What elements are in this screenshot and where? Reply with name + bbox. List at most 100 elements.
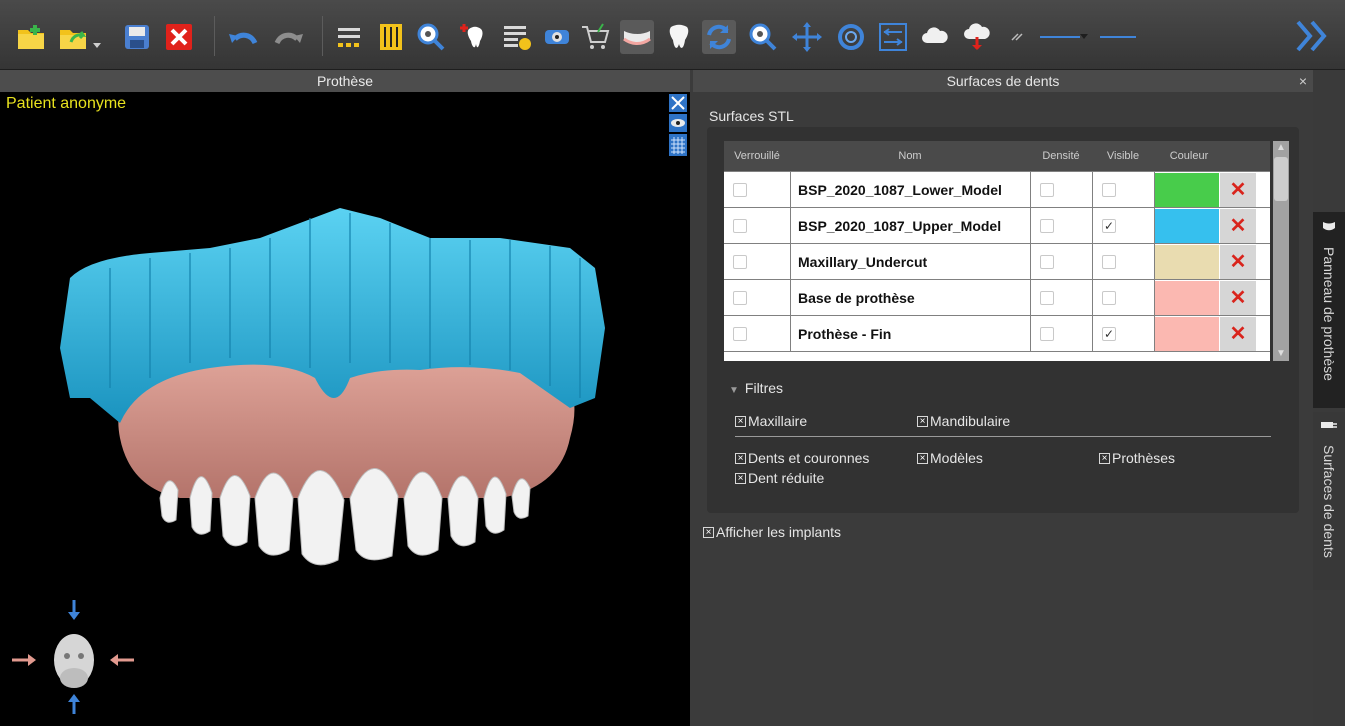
density-checkbox[interactable]: [1040, 218, 1054, 233]
section-title: Surfaces STL: [709, 108, 794, 124]
cart-icon[interactable]: [578, 20, 612, 54]
close-file-icon[interactable]: [162, 20, 196, 54]
color-swatch[interactable]: [1155, 316, 1219, 351]
cloud-download-icon[interactable]: [960, 20, 994, 54]
color-swatch[interactable]: [1155, 280, 1219, 315]
table-row[interactable]: Prothèse - Fin ✓ ✕: [724, 315, 1270, 351]
filters-toggle[interactable]: ▼ Filtres: [729, 380, 783, 396]
density-checkbox[interactable]: [1040, 182, 1054, 197]
density-checkbox[interactable]: [1040, 326, 1054, 341]
checkbox-checked-icon: ×: [703, 526, 714, 538]
table-row[interactable]: BSP_2020_1087_Upper_Model ✓ ✕: [724, 207, 1270, 243]
scale-indicator-icon[interactable]: [1010, 30, 1150, 44]
rotate-icon[interactable]: [834, 20, 868, 54]
redo-icon[interactable]: [272, 20, 306, 54]
filter-label: Dents et couronnes: [748, 450, 870, 466]
checkbox-checked-icon: ×: [1099, 452, 1110, 464]
new-folder-icon[interactable]: [14, 20, 48, 54]
table-row-partial[interactable]: [724, 351, 1270, 361]
scroll-down-icon[interactable]: ▼: [1273, 347, 1289, 361]
chevron-down-icon[interactable]: [92, 20, 102, 54]
show-implants-checkbox[interactable]: × Afficher les implants: [703, 524, 841, 540]
table-scrollbar[interactable]: ▲ ▼: [1273, 141, 1289, 361]
filter-maxillaire[interactable]: × Maxillaire: [735, 413, 807, 429]
expand-toolbar-icon[interactable]: [1292, 18, 1332, 54]
surface-name: BSP_2020_1087_Lower_Model: [798, 181, 1002, 198]
filter-protheses[interactable]: × Prothèses: [1099, 450, 1175, 466]
color-swatch[interactable]: [1155, 244, 1219, 279]
locked-checkbox[interactable]: [733, 290, 747, 305]
table-row[interactable]: BSP_2020_1087_Lower_Model ✕: [724, 171, 1270, 207]
visible-checkbox[interactable]: [1102, 254, 1116, 269]
panel-title: Surfaces de dents: [693, 70, 1313, 92]
locked-checkbox[interactable]: [733, 218, 747, 233]
checkbox-checked-icon: ×: [735, 472, 746, 484]
filter-modeles[interactable]: × Modèles: [917, 450, 983, 466]
delete-icon[interactable]: ✕: [1220, 172, 1256, 207]
checkbox-checked-icon: ×: [735, 452, 746, 464]
grid-icon[interactable]: [669, 134, 687, 156]
measure-distance-icon[interactable]: [876, 20, 910, 54]
orientation-widget[interactable]: [8, 592, 138, 722]
disclosure-triangle-icon: ▼: [729, 385, 739, 396]
tab-surfaces-dents[interactable]: Surfaces de dents: [1313, 412, 1345, 590]
dental-model-render[interactable]: [50, 198, 630, 618]
table-row[interactable]: Base de prothèse ✕: [724, 279, 1270, 315]
filter-label: Dent réduite: [748, 470, 825, 486]
column-header-color[interactable]: Couleur: [1154, 141, 1224, 171]
list-settings-icon[interactable]: [500, 20, 534, 54]
panel-close-button[interactable]: ×: [1299, 70, 1307, 92]
delete-icon[interactable]: ✕: [1220, 280, 1256, 315]
column-header-density[interactable]: Densité: [1030, 141, 1092, 171]
locked-checkbox[interactable]: [733, 254, 747, 269]
checkbox-checked-icon: ×: [917, 452, 928, 464]
visible-checkbox[interactable]: ✓: [1102, 218, 1116, 233]
visible-checkbox[interactable]: ✓: [1102, 326, 1116, 341]
3d-viewport[interactable]: Prothèse Patient anonyme: [0, 70, 690, 726]
pan-arrows-icon[interactable]: [790, 20, 824, 54]
side-tabs: Panneau de prothèse Surfaces de dents: [1313, 70, 1345, 726]
delete-icon[interactable]: ✕: [1220, 244, 1256, 279]
column-header-name[interactable]: Nom: [790, 141, 1030, 171]
refresh-icon[interactable]: [702, 20, 736, 54]
surface-name: Maxillary_Undercut: [798, 253, 928, 270]
filter-mandibulaire[interactable]: × Mandibulaire: [917, 413, 1010, 429]
checkbox-checked-icon: ×: [917, 415, 928, 427]
column-header-locked[interactable]: Verrouillé: [724, 141, 790, 171]
filter-dent-reduite[interactable]: × Dent réduite: [735, 470, 824, 486]
view-eye-icon[interactable]: [669, 114, 687, 132]
density-checkbox[interactable]: [1040, 290, 1054, 305]
filter-divider: [735, 436, 1271, 437]
tab-label: Panneau de prothèse: [1321, 247, 1337, 381]
filter-dents-couronnes[interactable]: × Dents et couronnes: [735, 450, 869, 466]
add-tooth-icon[interactable]: [458, 20, 492, 54]
visible-checkbox[interactable]: [1102, 182, 1116, 197]
teeth-arch-icon[interactable]: [620, 20, 654, 54]
density-checkbox[interactable]: [1040, 254, 1054, 269]
open-folder-icon[interactable]: [56, 20, 90, 54]
table-row[interactable]: Maxillary_Undercut ✕: [724, 243, 1270, 279]
save-icon[interactable]: [120, 20, 154, 54]
scroll-thumb[interactable]: [1274, 157, 1288, 201]
tab-panneau-prothese[interactable]: Panneau de prothèse: [1313, 212, 1345, 408]
color-swatch[interactable]: [1155, 172, 1219, 207]
align-grid-icon[interactable]: [332, 20, 366, 54]
ruler-icon[interactable]: [374, 20, 408, 54]
zoom-icon[interactable]: [414, 20, 448, 54]
locked-checkbox[interactable]: [733, 326, 747, 341]
undo-icon[interactable]: [226, 20, 260, 54]
filter-label: Prothèses: [1112, 450, 1176, 466]
patient-label: Patient anonyme: [6, 95, 127, 112]
visible-checkbox[interactable]: [1102, 290, 1116, 305]
delete-icon[interactable]: ✕: [1220, 316, 1256, 351]
scroll-up-icon[interactable]: ▲: [1273, 141, 1289, 155]
delete-icon[interactable]: ✕: [1220, 208, 1256, 243]
zoom-2-icon[interactable]: [746, 20, 780, 54]
tooth-icon[interactable]: [662, 20, 696, 54]
locked-checkbox[interactable]: [733, 182, 747, 197]
view-eye-icon[interactable]: [540, 20, 574, 54]
cloud-upload-icon[interactable]: [918, 20, 952, 54]
axes-icon[interactable]: [669, 94, 687, 112]
column-header-visible[interactable]: Visible: [1092, 141, 1154, 171]
color-swatch[interactable]: [1155, 208, 1219, 243]
